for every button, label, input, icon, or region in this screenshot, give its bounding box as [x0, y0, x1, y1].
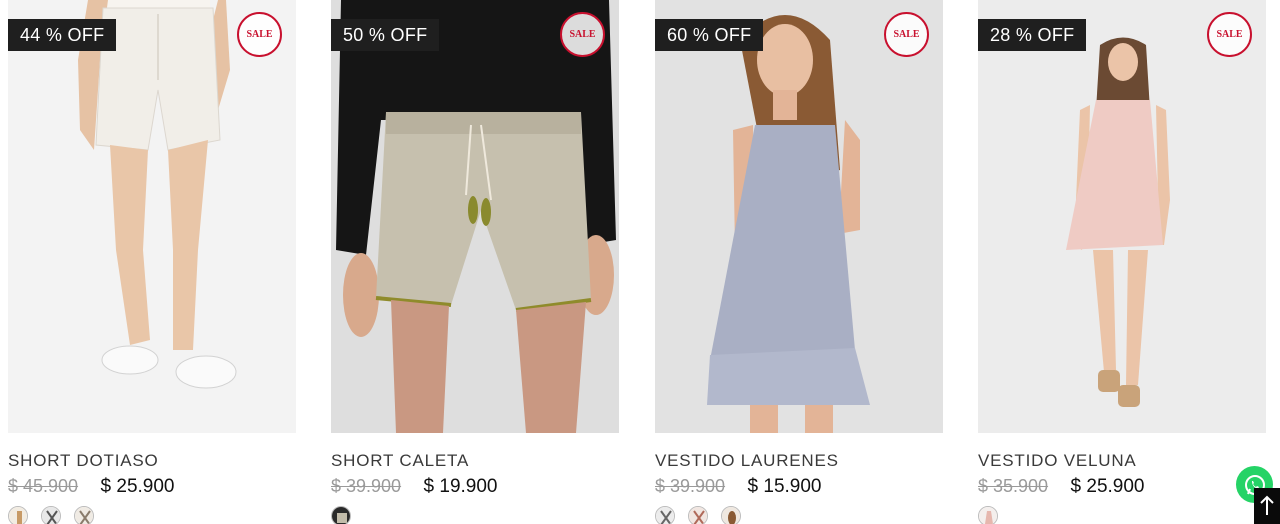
product-card: 28 % OFF SALE VESTIDO VELUNA $ 35.900 $ …	[978, 0, 1266, 524]
product-grid: 44 % OFF SALE SHORT DOTIASO $ 45.900 $ 2…	[8, 0, 1266, 524]
price-row: $ 35.900 $ 25.900	[978, 476, 1145, 500]
sale-price: $ 19.900	[423, 476, 498, 497]
color-swatch[interactable]	[331, 506, 351, 524]
price-row: $ 39.900 $ 19.900	[331, 476, 498, 500]
price-row: $ 39.900 $ 15.900	[655, 476, 822, 500]
color-swatches	[331, 506, 351, 524]
sale-price: $ 15.900	[747, 476, 822, 497]
price-row: $ 45.900 $ 25.900	[8, 476, 175, 500]
sale-badge: SALE	[237, 12, 282, 57]
color-swatch[interactable]	[8, 506, 28, 524]
product-card: 44 % OFF SALE SHORT DOTIASO $ 45.900 $ 2…	[8, 0, 296, 524]
color-swatches	[655, 506, 741, 524]
color-swatch[interactable]	[41, 506, 61, 524]
old-price: $ 39.900	[655, 476, 726, 496]
product-image[interactable]: 44 % OFF SALE	[8, 0, 296, 433]
arrow-up-icon	[1260, 495, 1274, 515]
color-swatch[interactable]	[655, 506, 675, 524]
discount-badge: 44 % OFF	[8, 19, 117, 51]
discount-badge: 60 % OFF	[655, 19, 764, 51]
old-price: $ 35.900	[978, 476, 1049, 496]
old-price: $ 45.900	[8, 476, 79, 496]
sale-badge: SALE	[560, 12, 605, 57]
product-image[interactable]: 60 % OFF SALE	[655, 0, 943, 433]
color-swatch[interactable]	[721, 506, 741, 524]
sale-badge: SALE	[1207, 12, 1252, 57]
color-swatch[interactable]	[688, 506, 708, 524]
product-name[interactable]: VESTIDO LAURENES	[655, 451, 839, 471]
scroll-top-button[interactable]	[1254, 488, 1280, 524]
product-card: 50 % OFF SALE SHORT CALETA $ 39.900 $ 19…	[331, 0, 619, 524]
product-name[interactable]: SHORT CALETA	[331, 451, 469, 471]
old-price: $ 39.900	[331, 476, 402, 496]
product-image[interactable]: 50 % OFF SALE	[331, 0, 619, 433]
discount-badge: 28 % OFF	[978, 19, 1087, 51]
sale-badge: SALE	[884, 12, 929, 57]
color-swatches	[978, 506, 998, 524]
color-swatch[interactable]	[74, 506, 94, 524]
sale-price: $ 25.900	[100, 476, 175, 497]
product-image[interactable]: 28 % OFF SALE	[978, 0, 1266, 433]
product-name[interactable]: SHORT DOTIASO	[8, 451, 159, 471]
color-swatch[interactable]	[978, 506, 998, 524]
product-name[interactable]: VESTIDO VELUNA	[978, 451, 1137, 471]
sale-price: $ 25.900	[1070, 476, 1145, 497]
color-swatches	[8, 506, 94, 524]
discount-badge: 50 % OFF	[331, 19, 440, 51]
product-card: 60 % OFF SALE VESTIDO LAURENES $ 39.900 …	[655, 0, 943, 524]
